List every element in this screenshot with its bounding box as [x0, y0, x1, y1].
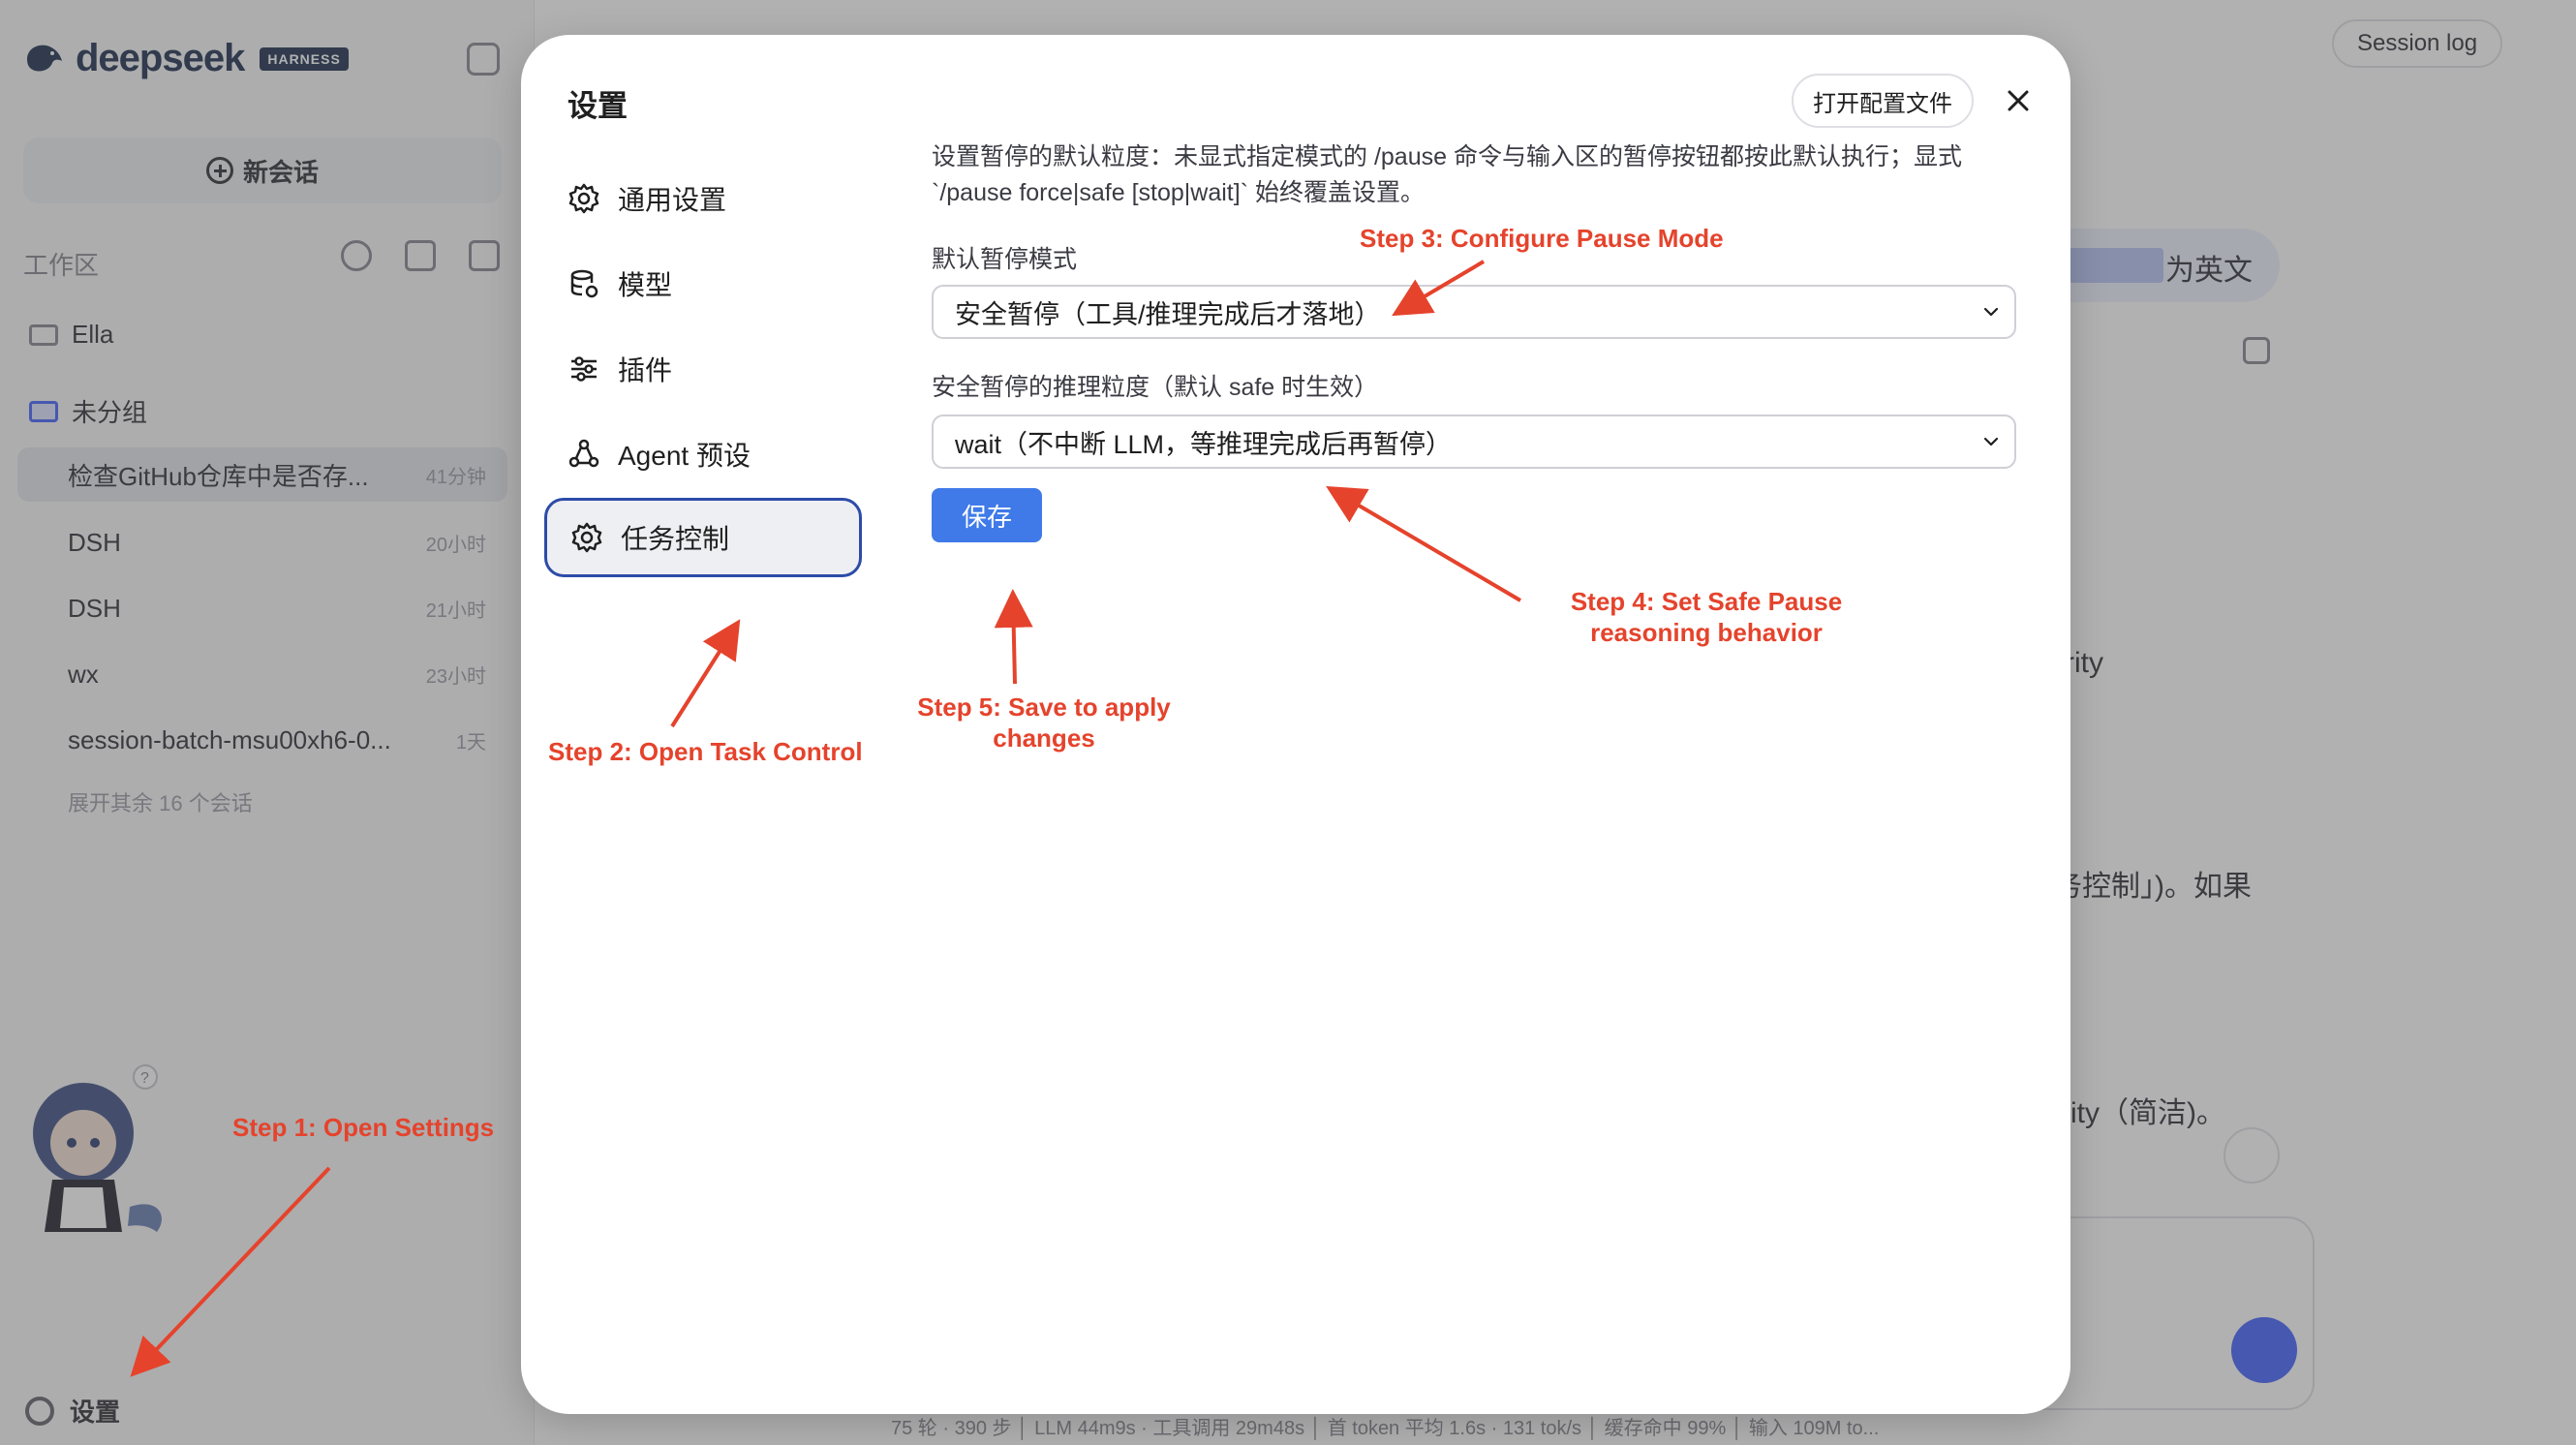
step4-line1: Step 4: Set Safe Pause: [1570, 587, 1843, 616]
step5-line2: changes: [993, 723, 1095, 753]
step4-arrow: [1326, 485, 1522, 602]
step5-line1: Step 5: Save to apply: [917, 692, 1171, 722]
step4-line2: reasoning behavior: [1590, 618, 1823, 647]
step5-annotation: Step 5: Save to apply changes: [910, 692, 1178, 753]
step2-annotation: Step 2: Open Task Control: [548, 737, 863, 766]
step5-arrow: [994, 589, 1033, 685]
annotation-arrows: [130, 260, 1522, 1377]
step3-arrow: [1392, 260, 1486, 317]
step4-annotation: Step 4: Set Safe Pause reasoning behavio…: [1551, 586, 1861, 648]
step1-annotation: Step 1: Open Settings: [232, 1113, 495, 1142]
step3-annotation: Step 3: Configure Pause Mode: [1360, 224, 1724, 253]
step2-arrow: [670, 619, 741, 728]
step1-arrow: [130, 1166, 331, 1377]
